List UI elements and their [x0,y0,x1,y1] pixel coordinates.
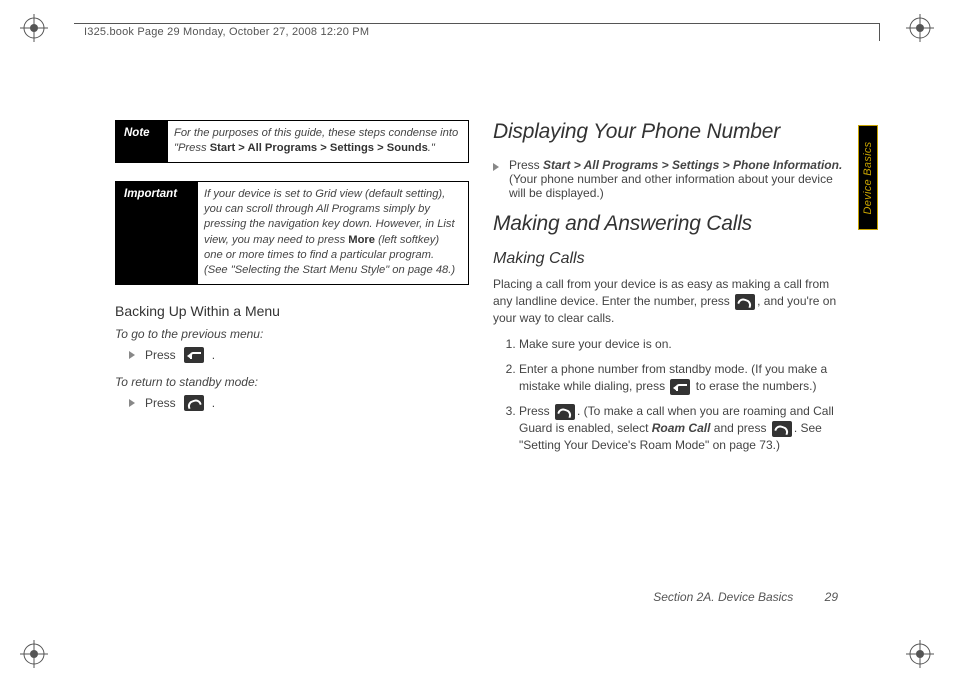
bullet-icon [129,351,135,359]
note-body-bold: Start > All Programs > Settings > Sounds [210,142,428,154]
crop-mark-br [906,640,934,668]
step-3: Press . (To make a call when you are roa… [519,403,847,453]
bullet-icon [493,163,499,171]
lead-previous-menu: To go to the previous menu: [115,327,469,341]
talk-key-icon [735,294,755,310]
note-box: Note For the purposes of this guide, the… [115,120,469,163]
end-key-icon [184,395,204,411]
right-column: Displaying Your Phone Number Press Start… [493,120,847,570]
heading-display-number: Displaying Your Phone Number [493,120,847,144]
step-1: Make sure your device is on. [519,336,847,353]
step2-b: to erase the numbers.) [692,379,816,393]
running-header: I325.book Page 29 Monday, October 27, 20… [84,26,369,38]
important-body: If your device is set to Grid view (defa… [198,182,468,284]
footer-section: Section 2A. Device Basics [653,590,793,604]
instr-standby: Press . [129,395,469,411]
page-body: Note For the purposes of this guide, the… [115,120,847,570]
instr-previous-menu: Press . [129,347,469,363]
back-key-icon [184,347,204,363]
note-body-suffix: ." [428,142,435,154]
step3-a: Press [519,404,553,418]
backing-up-heading: Backing Up Within a Menu [115,303,469,319]
menu-path: Start > All Programs > Settings > Phone … [543,158,842,172]
important-label: Important [116,182,198,284]
bullet-icon [129,399,135,407]
step-2: Enter a phone number from standby mode. … [519,361,847,395]
note-label: Note [116,121,168,162]
talk-key-icon [772,421,792,437]
side-tab: Device Basics [858,125,878,230]
heading-making-calls: Making Calls [493,250,847,268]
important-box: Important If your device is set to Grid … [115,181,469,285]
footer: Section 2A. Device Basics 29 [653,590,838,604]
crop-mark-bl [20,640,48,668]
talk-key-icon [555,404,575,420]
important-body-bold: More [348,234,375,246]
press-text-1: Press [145,348,176,362]
crop-mark-tr [906,14,934,42]
press-text: Press [509,158,543,172]
heading-making-answering: Making and Answering Calls [493,212,847,236]
step3-c: and press [710,421,769,435]
lead-standby: To return to standby mode: [115,375,469,389]
side-tab-label: Device Basics [862,141,874,214]
steps-list: Make sure your device is on. Enter a pho… [519,336,847,453]
making-calls-para: Placing a call from your device is as ea… [493,276,847,326]
page-number: 29 [825,590,838,604]
crop-mark-tl [20,14,48,42]
roam-call: Roam Call [652,421,711,435]
display-number-text: Press Start > All Programs > Settings > … [509,158,847,200]
note-body: For the purposes of this guide, these st… [168,121,468,162]
back-key-icon [670,379,690,395]
rest-text: (Your phone number and other information… [509,172,833,200]
left-column: Note For the purposes of this guide, the… [115,120,469,570]
press-text-2: Press [145,396,176,410]
display-number-bullet: Press Start > All Programs > Settings > … [493,158,847,200]
